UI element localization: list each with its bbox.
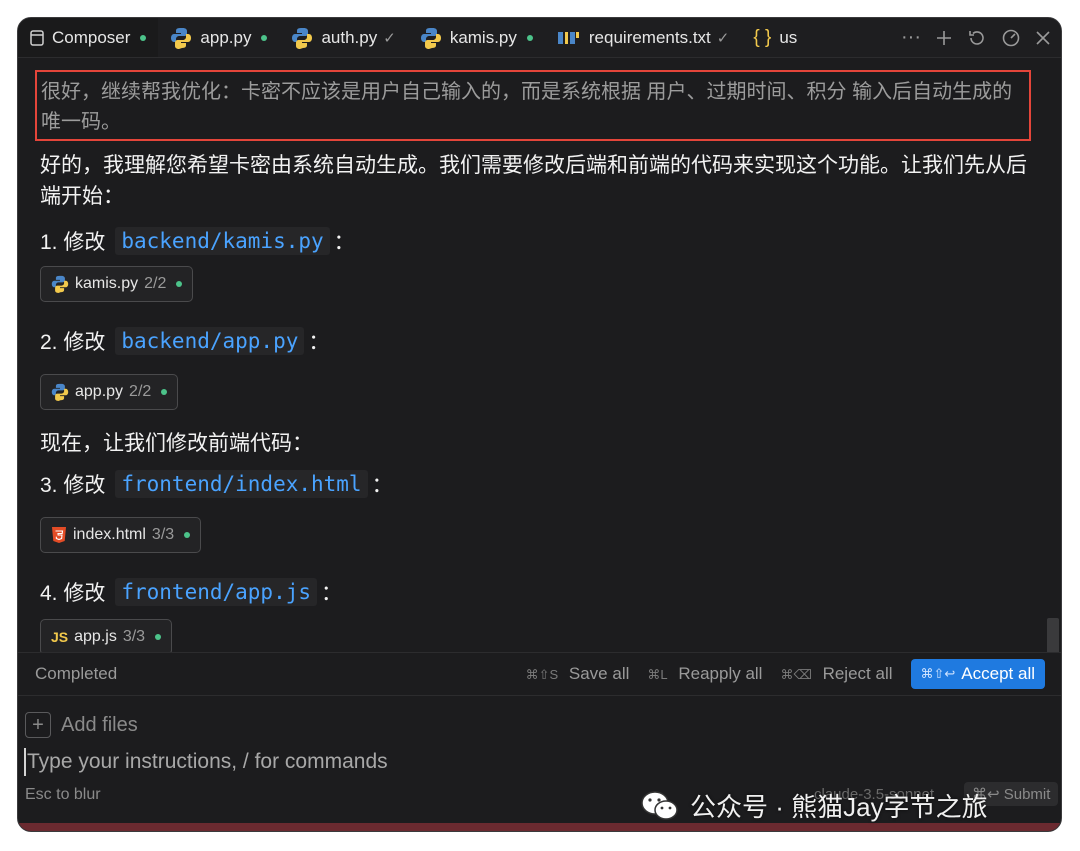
tab-label: requirements.txt bbox=[588, 27, 711, 47]
button-label: Accept all bbox=[961, 664, 1035, 683]
gauge-icon[interactable] bbox=[1001, 28, 1021, 48]
file-change-chip[interactable]: JS app.js 3/3 bbox=[40, 619, 173, 652]
tab-label: kamis.py bbox=[449, 27, 517, 47]
plus-icon: + bbox=[25, 712, 51, 738]
scrollbar-thumb[interactable] bbox=[1047, 618, 1059, 652]
chip-count: 3/3 bbox=[151, 526, 175, 543]
bottom-strip bbox=[18, 823, 1061, 831]
file-path-code[interactable]: frontend/index.html bbox=[115, 470, 368, 498]
chip-count: 2/2 bbox=[129, 383, 152, 400]
step-prefix: 3. 修改 bbox=[40, 474, 106, 497]
add-files-label: Add files bbox=[61, 713, 138, 736]
chip-count: 2/2 bbox=[144, 275, 167, 292]
add-files-button[interactable]: + Add files bbox=[25, 712, 138, 738]
user-message: 很好，继续帮我优化：卡密不应该是用户自己输入的，而是系统根据 用户、过期时间、积… bbox=[35, 70, 1031, 141]
file-path-code[interactable]: backend/app.py bbox=[115, 327, 305, 355]
chip-filename: kamis.py bbox=[75, 275, 139, 292]
javascript-icon: JS bbox=[51, 629, 69, 645]
python-icon bbox=[170, 27, 192, 49]
history-icon[interactable] bbox=[967, 28, 987, 48]
esc-hint: Esc to blur bbox=[25, 786, 101, 803]
tab-requirements-txt[interactable]: requirements.txt ✓ bbox=[545, 18, 741, 57]
button-label: Save all bbox=[568, 664, 630, 683]
reject-all-button[interactable]: ⌘⌫ Reject all bbox=[780, 664, 892, 684]
step-item: 3. 修改 frontend/index.html ： bbox=[40, 469, 1040, 499]
step-prefix: 2. 修改 bbox=[40, 331, 106, 354]
file-change-chip[interactable]: kamis.py 2/2 bbox=[40, 266, 194, 302]
pip-icon bbox=[557, 30, 581, 46]
shortcut-hint: ⌘⇧↩ bbox=[920, 666, 956, 681]
step-item: 1. 修改 backend/kamis.py ： bbox=[40, 226, 1040, 256]
tab-label: auth.py bbox=[321, 27, 378, 47]
step-suffix: ： bbox=[333, 231, 355, 254]
chip-filename: index.html bbox=[73, 526, 146, 543]
assistant-between: 现在，让我们修改前端代码： bbox=[40, 432, 313, 455]
reapply-all-button[interactable]: ⌘L Reapply all bbox=[647, 664, 762, 684]
bulk-actions: ⌘⇧S Save all ⌘L Reapply all ⌘⌫ Reject al… bbox=[526, 659, 1061, 689]
json-braces-icon: { } bbox=[753, 26, 772, 48]
assistant-message: 好的，我理解您希望卡密由系统自动生成。我们需要修改后端和前端的代码来实现这个功能… bbox=[40, 150, 1040, 652]
step-prefix: 4. 修改 bbox=[40, 582, 106, 605]
tab-label: us bbox=[779, 27, 798, 47]
python-icon bbox=[51, 275, 69, 293]
tab-label: Composer bbox=[52, 27, 131, 47]
check-icon: ✓ bbox=[716, 29, 730, 47]
composer-window: Composer app.py auth.py ✓ kamis.py requi… bbox=[17, 17, 1062, 832]
status-dot bbox=[184, 532, 191, 538]
tab-composer[interactable]: Composer bbox=[18, 18, 159, 57]
accept-all-button[interactable]: ⌘⇧↩ Accept all bbox=[910, 659, 1045, 689]
step-suffix: ： bbox=[321, 582, 343, 605]
button-label: Reject all bbox=[822, 664, 893, 683]
chip-count: 3/3 bbox=[122, 628, 146, 645]
shortcut-hint: ⌘⇧S bbox=[525, 667, 559, 682]
composer-status-bar: Completed ⌘⇧S Save all ⌘L Reapply all ⌘⌫… bbox=[18, 652, 1061, 696]
html5-icon bbox=[51, 526, 67, 544]
python-icon bbox=[291, 27, 313, 49]
shortcut-hint: ⌘L bbox=[647, 667, 668, 682]
python-icon bbox=[420, 27, 442, 49]
step-suffix: ： bbox=[308, 331, 330, 354]
step-item: 2. 修改 backend/app.py ： bbox=[40, 326, 1040, 356]
check-icon: ✓ bbox=[383, 29, 396, 47]
python-icon bbox=[51, 383, 69, 401]
close-icon[interactable] bbox=[1035, 30, 1051, 46]
tab-app-py[interactable]: app.py bbox=[158, 18, 279, 57]
watermark-text: 公众号 · 熊猫Jay字节之旅 bbox=[690, 792, 988, 822]
step-prefix: 1. 修改 bbox=[40, 231, 106, 254]
step-suffix: ： bbox=[371, 474, 393, 497]
wechat-icon bbox=[640, 789, 680, 823]
chat-content: 很好，继续帮我优化：卡密不应该是用户自己输入的，而是系统根据 用户、过期时间、积… bbox=[18, 58, 1061, 652]
tab-bar: Composer app.py auth.py ✓ kamis.py requi… bbox=[18, 18, 1061, 58]
tab-actions: ··· bbox=[901, 26, 1061, 49]
file-path-code[interactable]: backend/kamis.py bbox=[115, 227, 330, 255]
composer-icon bbox=[30, 29, 44, 46]
tab-label: app.py bbox=[200, 27, 252, 47]
watermark: 公众号 · 熊猫Jay字节之旅 bbox=[640, 787, 988, 824]
chip-filename: app.py bbox=[75, 383, 124, 400]
status-dot bbox=[176, 281, 183, 287]
tab-auth-py[interactable]: auth.py ✓ bbox=[279, 18, 407, 57]
status-dot bbox=[161, 389, 168, 395]
shortcut-hint: ⌘⌫ bbox=[780, 667, 812, 682]
instructions-input[interactable] bbox=[24, 748, 724, 776]
unsaved-dot bbox=[140, 34, 147, 41]
unsaved-dot bbox=[261, 34, 268, 41]
plus-icon[interactable] bbox=[935, 29, 953, 47]
file-path-code[interactable]: frontend/app.js bbox=[115, 578, 318, 606]
status-dot bbox=[155, 634, 162, 640]
button-label: Reapply all bbox=[678, 664, 763, 683]
save-all-button[interactable]: ⌘⇧S Save all bbox=[526, 664, 630, 684]
step-item: 4. 修改 frontend/app.js ： bbox=[40, 577, 1040, 607]
unsaved-dot bbox=[526, 34, 533, 41]
file-change-chip[interactable]: index.html 3/3 bbox=[40, 517, 202, 553]
chip-filename: app.js bbox=[74, 628, 117, 645]
status-text: Completed bbox=[35, 664, 118, 683]
more-icon[interactable]: ··· bbox=[901, 26, 921, 49]
tab-us[interactable]: { } us bbox=[741, 18, 809, 57]
file-change-chip[interactable]: app.py 2/2 bbox=[40, 374, 179, 410]
tab-kamis-py[interactable]: kamis.py bbox=[408, 18, 545, 57]
assistant-intro: 好的，我理解您希望卡密由系统自动生成。我们需要修改后端和前端的代码来实现这个功能… bbox=[40, 154, 1027, 208]
